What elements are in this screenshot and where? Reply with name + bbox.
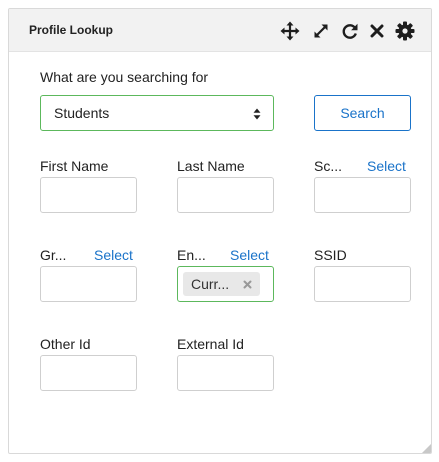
move-icon[interactable] [279, 20, 301, 42]
close-icon[interactable] [366, 20, 388, 42]
grade-input[interactable] [40, 266, 137, 302]
search-type-value: Students [54, 105, 110, 121]
panel-title: Profile Lookup [29, 23, 113, 37]
school-select-link[interactable]: Select [367, 158, 406, 174]
search-type-select[interactable]: Students [40, 95, 274, 131]
grade-label: Gr... [40, 247, 67, 263]
enrollment-select-link[interactable]: Select [230, 247, 269, 263]
external-id-input[interactable] [177, 355, 274, 391]
ssid-input[interactable] [314, 266, 411, 302]
first-name-input[interactable] [40, 177, 137, 213]
enrollment-tag: Curr... [183, 272, 261, 296]
panel-header: Profile Lookup [9, 9, 431, 52]
settings-icon[interactable] [394, 20, 416, 42]
remove-tag-icon[interactable] [243, 280, 252, 289]
last-name-label: Last Name [177, 158, 245, 174]
select-arrows-icon [253, 107, 261, 125]
resize-grip-icon[interactable] [419, 441, 431, 453]
school-input[interactable] [314, 177, 411, 213]
expand-icon[interactable] [310, 20, 332, 42]
search-button[interactable]: Search [314, 95, 411, 131]
enrollment-label: En... [177, 247, 206, 263]
external-id-label: External Id [177, 336, 244, 352]
refresh-icon[interactable] [339, 20, 361, 42]
other-id-input[interactable] [40, 355, 137, 391]
school-label: Sc... [314, 158, 343, 174]
grade-select-link[interactable]: Select [94, 247, 133, 263]
last-name-input[interactable] [177, 177, 274, 213]
enrollment-tag-label: Curr... [191, 276, 230, 292]
ssid-label: SSID [314, 247, 347, 263]
profile-lookup-panel: Profile Lookup What are you searching fo… [8, 8, 432, 454]
search-type-label: What are you searching for [40, 69, 209, 85]
first-name-label: First Name [40, 158, 109, 174]
enrollment-input[interactable]: Curr... [177, 266, 274, 302]
other-id-label: Other Id [40, 336, 91, 352]
